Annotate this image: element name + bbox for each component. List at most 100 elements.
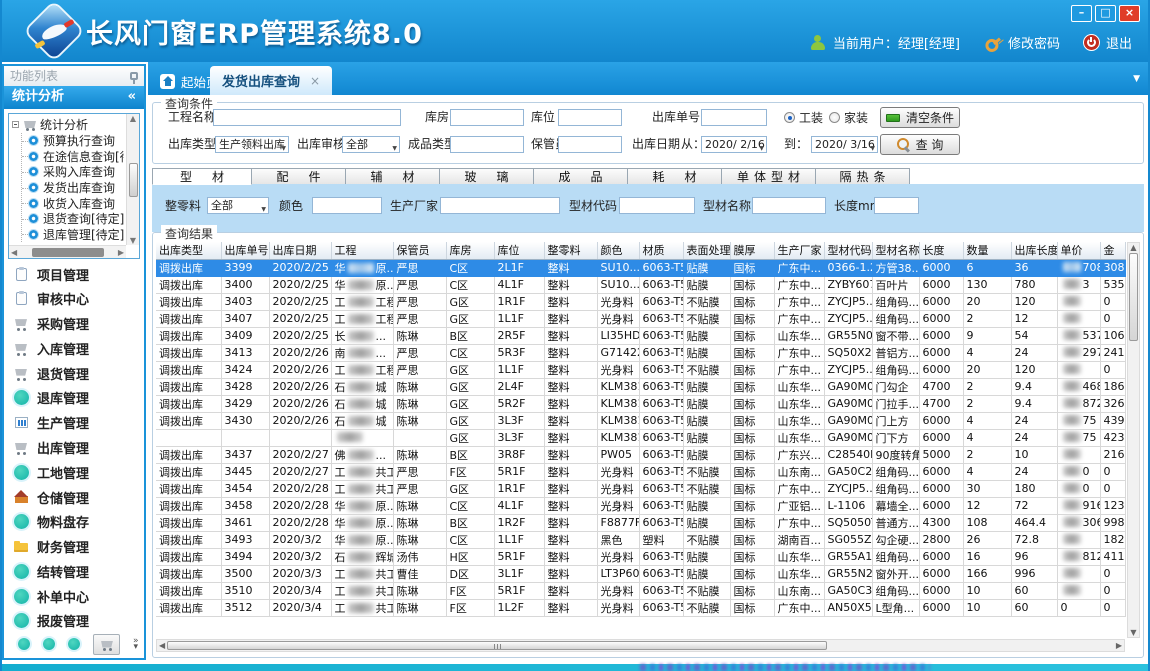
module-dot-icon[interactable] [43,638,55,650]
tree-item[interactable]: 采购入库查询 [22,164,124,180]
table-row[interactable]: 调拨出库35002020/3/3工共工程曹佳D区3L1F整料LT3P606063… [156,565,1125,582]
scroll-right-icon[interactable]: ▶ [118,248,124,257]
column-header[interactable]: 单价 [1057,242,1100,259]
column-header[interactable]: 库房 [446,242,494,259]
search-button[interactable]: 查 询 [880,134,960,155]
tab-shipping-query[interactable]: 发货出库查询 × [210,66,332,95]
change-password-link[interactable]: 修改密码 [1008,33,1060,52]
cart-module-button[interactable] [93,634,120,655]
module-dot-icon[interactable] [68,638,80,650]
module-dot-icon[interactable] [18,638,30,650]
material-tab[interactable]: 配件 [252,168,346,185]
table-row[interactable]: 调拨出库34092020/2/25长...陈琳B区2R5F整料LI35HD606… [156,327,1125,344]
material-tab[interactable]: 单体型材 [722,168,816,185]
column-header[interactable]: 型材代码 [824,242,872,259]
column-header[interactable]: 整零料 [544,242,597,259]
date-to-select[interactable]: 2020/ 3/16▼ [811,136,878,153]
tree-root[interactable]: 统计分析 [12,116,124,133]
table-row[interactable]: 调拨出库34452020/2/27工共工程严思F区5R1F整料光身料6063-T… [156,463,1125,480]
sidebar-menu-item[interactable]: 物料盘存 [8,513,138,531]
audit-select[interactable]: 全部▼ [342,136,400,153]
column-header[interactable]: 长度 [919,242,963,259]
tree-item[interactable]: 发货出库查询 [22,180,124,196]
table-row[interactable]: 调拨出库34002020/2/25华原...严思C区4L1F整料SU10...6… [156,276,1125,293]
sidebar-menu-item[interactable]: 出库管理 [8,438,138,456]
logout-link[interactable]: 退出 [1106,33,1132,52]
table-row[interactable]: 调拨出库34942020/3/2石辉城汤伟H区5R1F整料光身料6063-T5贴… [156,548,1125,565]
table-row[interactable]: 调拨出库33992020/2/25华原...严思C区2L1F整料SU10...6… [156,259,1125,276]
sidebar-menu-item[interactable]: 生产管理 [8,414,138,432]
column-header[interactable]: 金 [1100,242,1125,259]
table-row[interactable]: 调拨出库34542020/2/28工共工程严思G区1R1F整料光身料6063-T… [156,480,1125,497]
out-type-select[interactable]: 生产领料出库▼ [215,136,289,153]
tree-expander-icon[interactable] [12,121,19,128]
close-button[interactable]: × [1119,5,1140,22]
column-header[interactable]: 保管员 [393,242,446,259]
column-header[interactable]: 出库日期 [269,242,331,259]
more-modules-button[interactable]: »▾ [133,638,139,650]
sidebar-menu-item[interactable]: 工地管理 [8,463,138,481]
column-header[interactable]: 材质 [639,242,683,259]
whole-part-select[interactable]: 全部▼ [207,197,269,214]
maximize-button[interactable]: □ [1095,5,1116,22]
column-header[interactable]: 表面处理 [683,242,730,259]
keeper-input[interactable] [558,136,622,153]
column-header[interactable]: 工程 [331,242,393,259]
minimize-button[interactable]: – [1071,5,1092,22]
material-tab[interactable]: 隔热条 [816,168,910,185]
column-header[interactable]: 数量 [963,242,1011,259]
scroll-down-icon[interactable]: ▼ [1130,628,1136,637]
tree-item[interactable]: 退货查询[待定] [22,211,124,227]
scroll-thumb[interactable] [129,163,138,197]
sidebar-menu-item[interactable]: 财务管理 [8,538,138,556]
table-row[interactable]: 调拨出库34032020/2/25工工程严思G区1R1F整料光身料6063-T5… [156,293,1125,310]
scroll-up-icon[interactable]: ▲ [130,114,136,123]
scroll-thumb[interactable] [32,248,104,257]
scroll-thumb[interactable] [1129,253,1138,341]
table-row[interactable]: 调拨出库34282020/2/26石城陈琳G区2L4F整料KLM38176063… [156,378,1125,395]
sidebar-menu-item[interactable]: 项目管理 [8,265,138,283]
sidebar-menu-item[interactable]: 入库管理 [8,339,138,357]
sidebar-menu-item[interactable]: 退库管理 [8,389,138,407]
table-vertical-scrollbar[interactable]: ▲ ▼ [1127,242,1140,638]
column-header[interactable]: 生产厂家 [774,242,824,259]
section-header[interactable]: 统计分析 « [4,86,144,109]
pin-icon[interactable] [130,72,138,80]
table-row[interactable]: 调拨出库34242020/2/26工工程严思G区1L1F整料光身料6063-T5… [156,361,1125,378]
sidebar-menu-item[interactable]: 仓储管理 [8,488,138,506]
tree-vertical-scrollbar[interactable]: ▲ ▼ [126,114,139,245]
length-input[interactable] [874,197,919,214]
sidebar-menu-item[interactable]: 报废管理 [8,612,138,630]
sidebar-menu-item[interactable]: 采购管理 [8,315,138,333]
column-header[interactable]: 型材名称 [872,242,919,259]
material-tab[interactable]: 耗材 [628,168,722,185]
table-horizontal-scrollbar[interactable]: ◀ ▶ [156,639,1125,652]
scroll-right-icon[interactable]: ▶ [1116,641,1122,650]
scroll-up-icon[interactable]: ▲ [1130,243,1136,252]
scroll-left-icon[interactable]: ◀ [11,248,17,257]
table-row[interactable]: 调拨出库35122020/3/4工共工程陈琳F区1L2F整料光身料6063-T5… [156,599,1125,616]
product-type-input[interactable] [450,136,524,153]
material-tab[interactable]: 辅材 [346,168,440,185]
table-row[interactable]: 调拨出库34582020/2/28华原...陈琳C区4L1F整料光身料6063-… [156,497,1125,514]
sidebar-menu-item[interactable]: 结转管理 [8,562,138,580]
column-header[interactable]: 颜色 [597,242,639,259]
tree-item[interactable]: 退库管理[待定] [22,227,124,243]
collapse-icon[interactable]: « [128,86,136,109]
clear-conditions-button[interactable]: 清空条件 [880,107,960,128]
material-tab[interactable]: 成品 [534,168,628,185]
tree-item[interactable]: 收货入库查询 [22,195,124,211]
profile-name-input[interactable] [752,197,826,214]
table-row[interactable]: 调拨出库34302020/2/26石城陈琳G区3L3F整料KLM38176063… [156,412,1125,429]
order-no-input[interactable] [701,109,767,126]
tab-close-icon[interactable]: × [310,74,320,88]
sidebar-menu-item[interactable]: 退货管理 [8,364,138,382]
table-row[interactable]: 调拨出库34372020/2/27佛...陈琳B区3R8F整料PW056063-… [156,446,1125,463]
material-tab[interactable]: 型材 [152,168,252,185]
table-row[interactable]: 调拨出库34132020/2/26南...严思C区5R3F整料G71422606… [156,344,1125,361]
maker-input[interactable] [440,197,560,214]
tree-item[interactable]: 在途信息查询[待 [22,149,124,165]
column-header[interactable]: 库位 [494,242,544,259]
profile-code-input[interactable] [619,197,695,214]
warehouse-input[interactable] [450,109,524,126]
